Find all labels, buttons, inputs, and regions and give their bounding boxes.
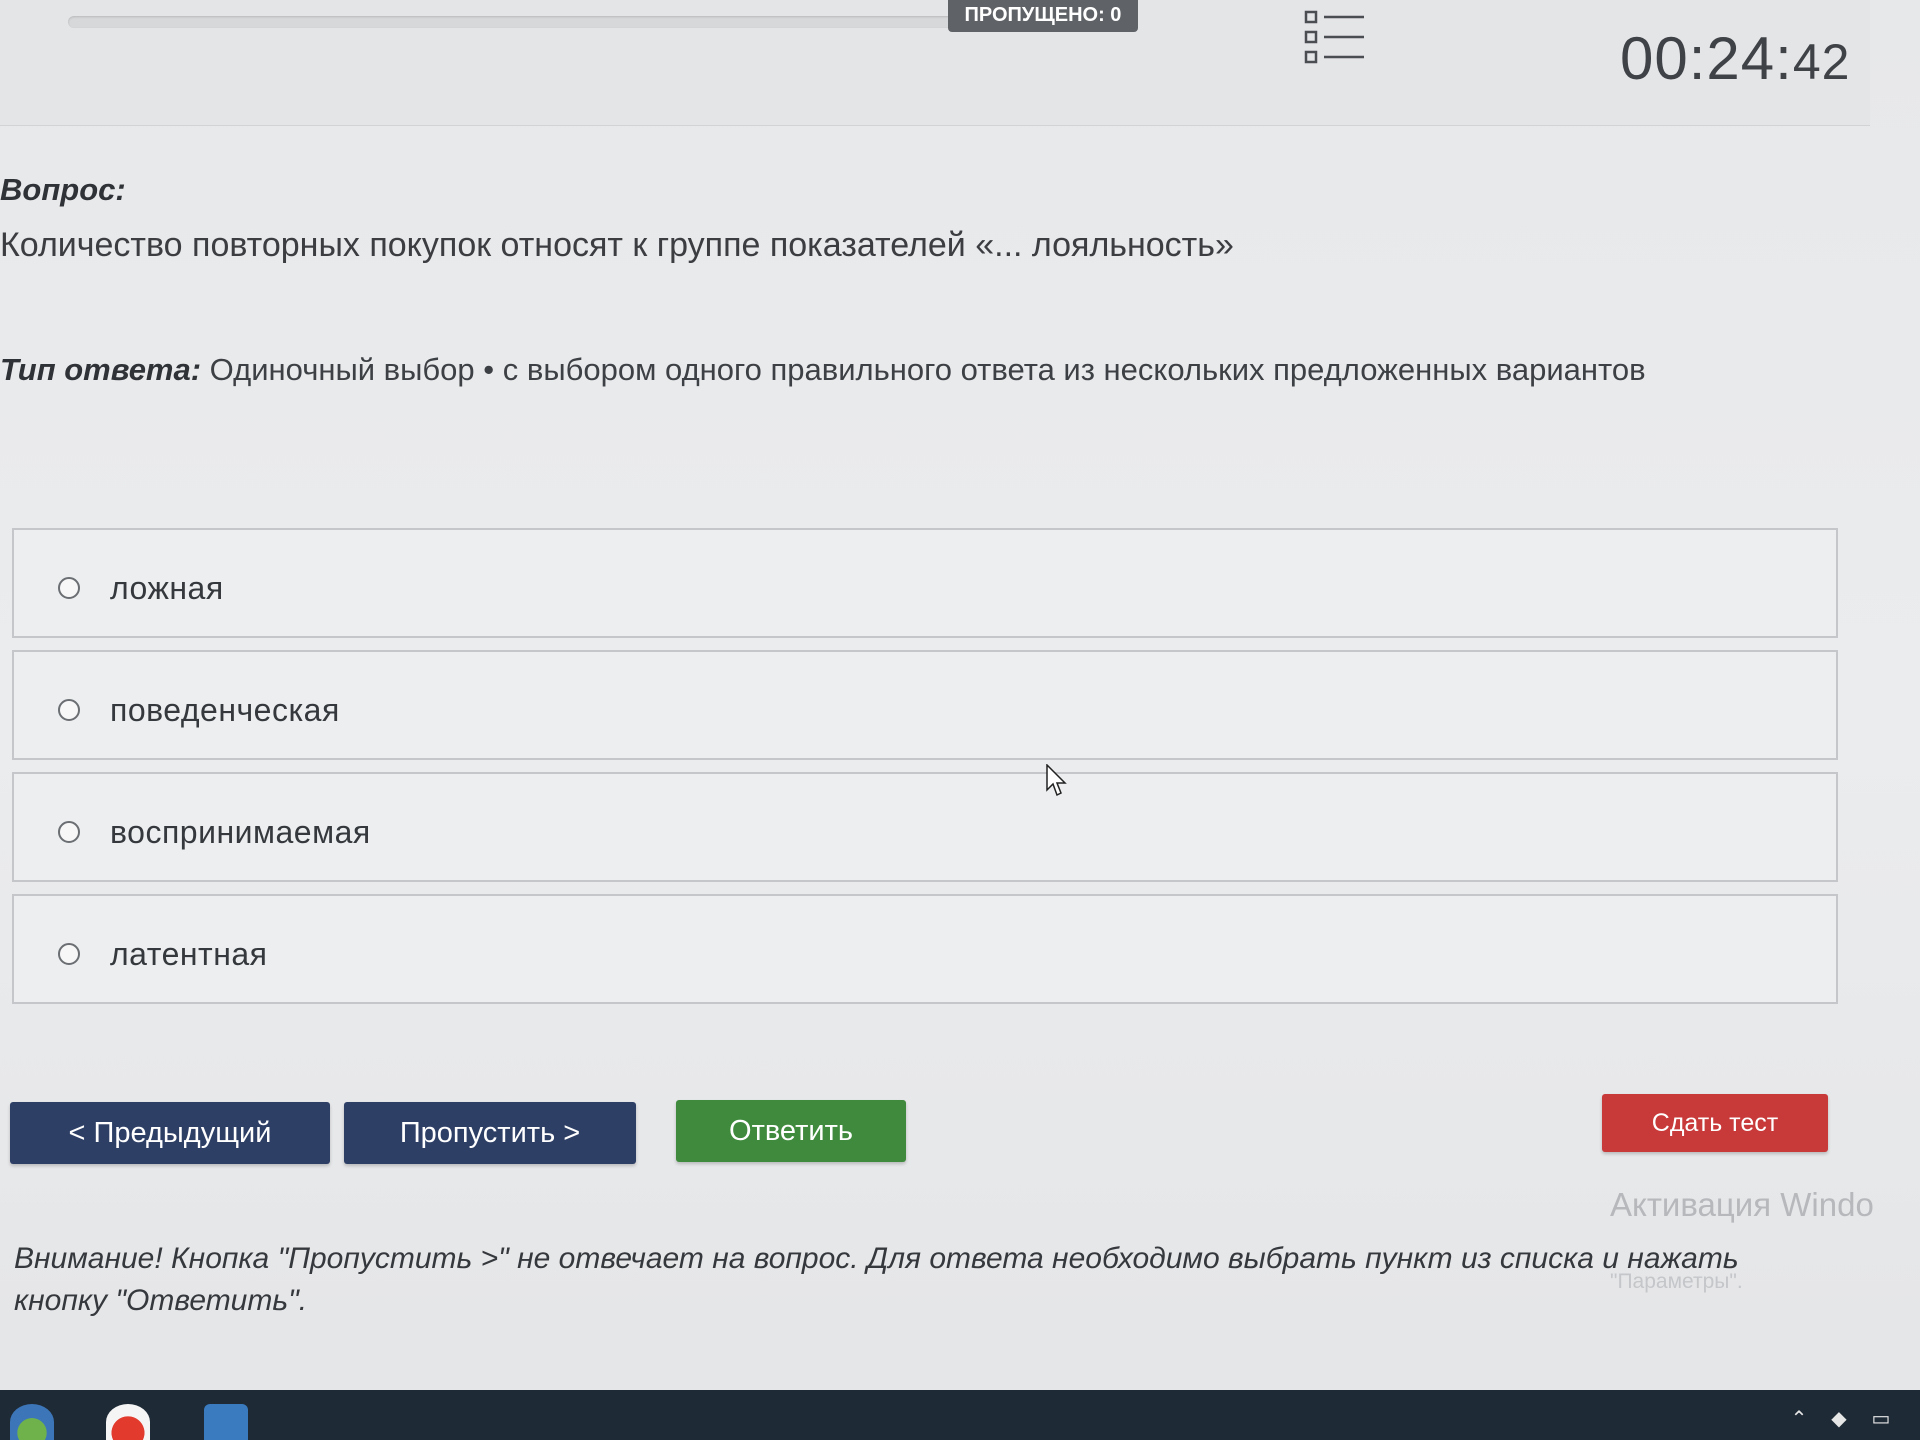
question-label: Вопрос: xyxy=(0,172,126,207)
radio-button[interactable] xyxy=(58,577,80,599)
option-label: ложная xyxy=(110,570,224,606)
answer-type-value: Одиночный выбор • с выбором одного прави… xyxy=(201,352,1646,387)
mouse-cursor-icon xyxy=(1046,764,1067,797)
answer-option[interactable]: латентная xyxy=(12,894,1838,1004)
yandex-browser-taskbar-icon[interactable] xyxy=(106,1404,150,1440)
question-text: Количество повторных покупок относят к г… xyxy=(0,226,1234,264)
list-icon xyxy=(1304,10,1364,64)
browser-taskbar-icon[interactable] xyxy=(10,1404,54,1440)
countdown-timer: 00:24:42 xyxy=(1620,24,1850,93)
test-page: ПРОПУЩЕНО: 0 00:24:42 Вопрос: Количество… xyxy=(0,0,1920,1440)
answer-type-label: Тип ответа: xyxy=(0,352,202,387)
network-monitor-icon[interactable]: ▭ xyxy=(1868,1406,1894,1430)
skip-button[interactable]: Пропустить > xyxy=(344,1102,636,1164)
skip-warning-notice: Внимание! Кнопка "Пропустить >" не отвеч… xyxy=(14,1242,1739,1317)
answer-option[interactable]: ложная xyxy=(12,528,1838,638)
app-taskbar-icon[interactable] xyxy=(204,1404,248,1440)
windows-activation-watermark: Активация Windo xyxy=(1610,1186,1874,1223)
answer-button[interactable]: Ответить xyxy=(676,1100,906,1162)
option-label: поведенческая xyxy=(110,692,340,728)
radio-button[interactable] xyxy=(58,821,80,843)
answer-option[interactable]: поведенческая xyxy=(12,650,1838,760)
question-list-button[interactable] xyxy=(1302,8,1366,68)
finish-test-button[interactable]: Сдать тест xyxy=(1602,1094,1828,1152)
answer-options: ложная поведенческая воспринимаемая лате… xyxy=(12,528,1838,1016)
answer-option[interactable]: воспринимаемая xyxy=(12,772,1838,882)
windows-taskbar: ⌃ ◆ ▭ xyxy=(0,1390,1920,1440)
timer-main: 00:24: xyxy=(1620,25,1793,92)
tray-chevron-up-icon[interactable]: ⌃ xyxy=(1786,1406,1812,1430)
radio-button[interactable] xyxy=(58,943,80,965)
security-shield-icon[interactable]: ◆ xyxy=(1826,1406,1852,1430)
previous-button[interactable]: < Предыдущий xyxy=(10,1102,330,1164)
timer-seconds: 42 xyxy=(1792,34,1851,90)
option-label: воспринимаемая xyxy=(110,814,371,850)
answer-type-line: Тип ответа: Одиночный выбор • с выбором … xyxy=(0,352,1646,388)
skipped-counter-badge: ПРОПУЩЕНО: 0 xyxy=(948,0,1138,32)
option-label: латентная xyxy=(110,936,268,972)
top-bar: ПРОПУЩЕНО: 0 00:24:42 xyxy=(0,0,1870,126)
radio-button[interactable] xyxy=(58,699,80,721)
